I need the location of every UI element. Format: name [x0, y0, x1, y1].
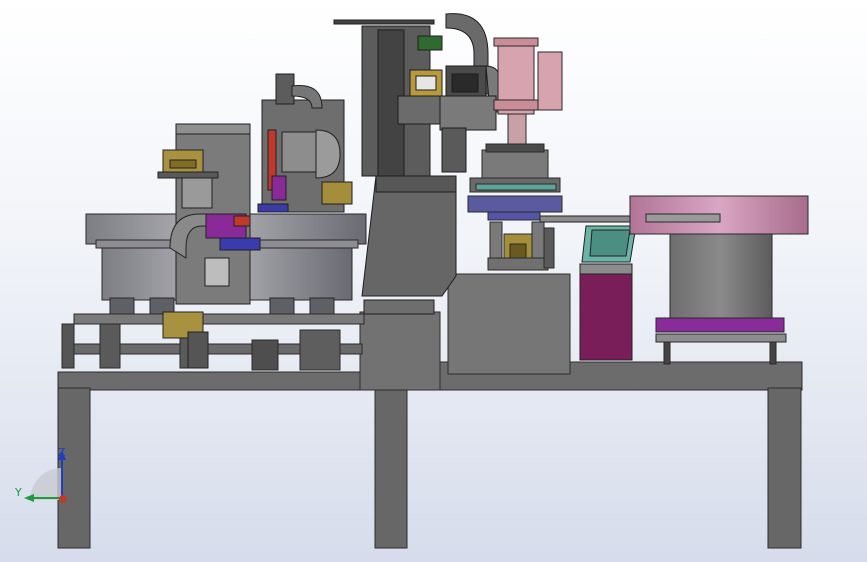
collection-bin	[579, 263, 633, 361]
coordinate-triad: Z Y	[14, 446, 67, 503]
pink-cylinder-side	[537, 51, 563, 111]
right-bowl-base	[655, 317, 785, 333]
left-base-plate	[73, 313, 365, 325]
left-pick-place-tower	[157, 123, 261, 369]
right-vibratory-bowl	[629, 195, 809, 365]
cad-viewport[interactable]: Z Y	[0, 0, 867, 562]
frame-leg-3	[767, 387, 802, 549]
right-pedestal	[447, 273, 571, 375]
machine-assembly-drawing: Z Y	[14, 13, 809, 549]
frame-leg-2	[374, 387, 408, 549]
bin-body	[579, 273, 633, 361]
center-pedestal	[359, 311, 441, 391]
triad-z-label: Z	[58, 446, 66, 459]
right-bowl-body	[669, 233, 773, 321]
center-column-lower	[375, 175, 457, 193]
triad-y-label: Y	[14, 486, 22, 499]
upper-left-head	[257, 73, 353, 213]
